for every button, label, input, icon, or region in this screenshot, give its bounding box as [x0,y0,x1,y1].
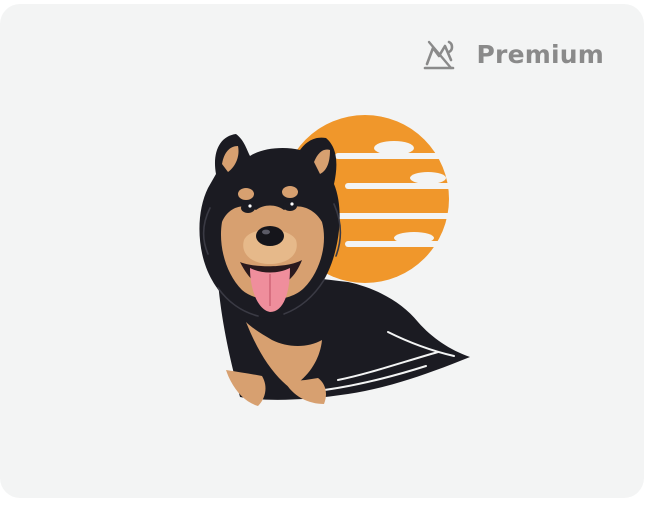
dog-eye-right [283,201,297,211]
dog-nose-highlight [262,229,270,235]
dog-eye-right-glint [290,202,294,206]
dog-nose [256,226,284,246]
dog-portrait-illustration[interactable] [188,112,480,412]
dog-eye-left [241,203,255,213]
premium-badge: Premium [419,34,604,74]
dog-brow-left [238,188,254,200]
premium-crown-icon [423,40,454,70]
premium-asset-card[interactable]: Premium [0,4,644,498]
dog-eye-left-glint [248,204,252,208]
premium-label: Premium [476,39,604,69]
dog-brow-right [282,186,298,198]
